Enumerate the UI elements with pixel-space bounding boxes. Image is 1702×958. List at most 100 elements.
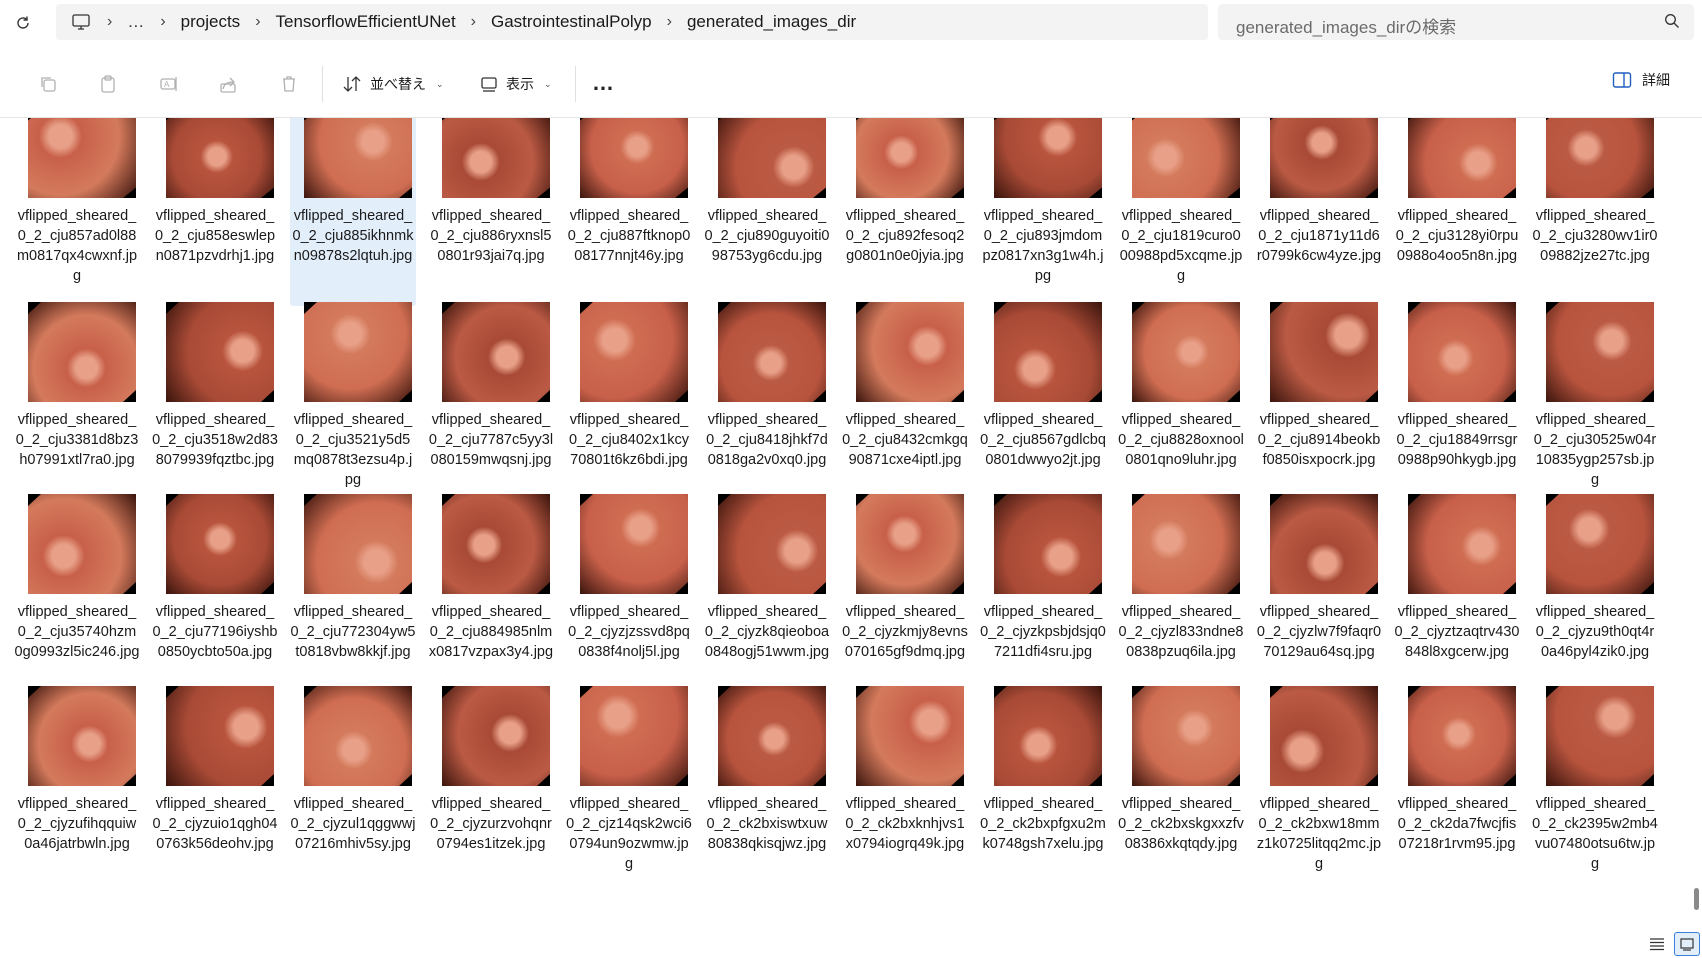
- file-item[interactable]: vflipped_sheared_0_2_cju886ryxnsl50801r9…: [428, 118, 554, 306]
- file-item[interactable]: vflipped_sheared_0_2_cju857ad0l88m0817qx…: [14, 118, 140, 306]
- file-item[interactable]: vflipped_sheared_0_2_cjyzkmjy8evns070165…: [842, 494, 968, 690]
- search-input[interactable]: generated_images_dirの検索: [1218, 4, 1694, 40]
- image-thumbnail: [856, 118, 964, 198]
- view-label: 表示: [506, 76, 534, 92]
- search-icon[interactable]: [1664, 13, 1680, 34]
- breadcrumb-item[interactable]: TensorflowEfficientUNet: [276, 12, 456, 32]
- file-item[interactable]: vflipped_sheared_0_2_ck2bxknhjvs1x0794io…: [842, 686, 968, 882]
- file-item[interactable]: vflipped_sheared_0_2_cju858eswlepn0871pz…: [152, 118, 278, 306]
- file-item[interactable]: vflipped_sheared_0_2_cjyzk8qieoboa0848og…: [704, 494, 830, 690]
- file-item[interactable]: vflipped_sheared_0_2_cju18849rrsgr0988p9…: [1394, 302, 1520, 498]
- file-name: vflipped_sheared_0_2_cjyzlw7f9faqr070129…: [1256, 604, 1382, 660]
- file-item[interactable]: vflipped_sheared_0_2_cju3518w2d838079939…: [152, 302, 278, 498]
- image-thumbnail: [718, 494, 826, 594]
- breadcrumb[interactable]: › … › projects › TensorflowEfficientUNet…: [56, 4, 1208, 40]
- file-item[interactable]: vflipped_sheared_0_2_cju7787c5yy3l080159…: [428, 302, 554, 498]
- view-button[interactable]: 表示 ⌄: [480, 70, 552, 98]
- large-icons-view-toggle[interactable]: [1674, 932, 1700, 956]
- file-item[interactable]: vflipped_sheared_0_2_cju8914beokbf0850is…: [1256, 302, 1382, 498]
- rename-icon[interactable]: A: [156, 71, 182, 97]
- file-name: vflipped_sheared_0_2_cju8914beokbf0850is…: [1257, 412, 1381, 468]
- this-pc-icon[interactable]: [70, 11, 92, 33]
- file-item[interactable]: vflipped_sheared_0_2_cjyzu9th0qt4r0a46py…: [1532, 494, 1658, 690]
- file-item[interactable]: vflipped_sheared_0_2_ck2395w2mb4vu07480o…: [1532, 686, 1658, 882]
- file-item[interactable]: vflipped_sheared_0_2_cju8828oxnool0801qn…: [1118, 302, 1244, 498]
- file-item[interactable]: vflipped_sheared_0_2_cjyzurzvohqnr0794es…: [428, 686, 554, 882]
- copy-icon[interactable]: [35, 71, 61, 97]
- file-item[interactable]: vflipped_sheared_0_2_ck2da7fwcjfis07218r…: [1394, 686, 1520, 882]
- file-item[interactable]: vflipped_sheared_0_2_cju890guyoiti098753…: [704, 118, 830, 306]
- image-thumbnail: [1546, 686, 1654, 786]
- refresh-icon: [17, 16, 29, 29]
- details-view-toggle[interactable]: [1644, 932, 1670, 956]
- file-item[interactable]: vflipped_sheared_0_2_cju3128yi0rpu0988o4…: [1394, 118, 1520, 306]
- file-item[interactable]: vflipped_sheared_0_2_cju8567gdlcbq0801dw…: [980, 302, 1106, 498]
- divider: [322, 66, 323, 102]
- file-item[interactable]: vflipped_sheared_0_2_cjyzl833ndne80838pz…: [1118, 494, 1244, 690]
- file-name: vflipped_sheared_0_2_cju858eswlepn0871pz…: [154, 208, 276, 264]
- file-item[interactable]: vflipped_sheared_0_2_cju3280wv1ir009882j…: [1532, 118, 1658, 306]
- file-item[interactable]: vflipped_sheared_0_2_ck2bxskgxxzfv08386x…: [1118, 686, 1244, 882]
- file-item[interactable]: vflipped_sheared_0_2_cju3381d8bz3h07991x…: [14, 302, 140, 498]
- file-item[interactable]: vflipped_sheared_0_2_cjyzkpsbjdsjq07211d…: [980, 494, 1106, 690]
- file-item[interactable]: vflipped_sheared_0_2_cjyzuio1qgh040763k5…: [152, 686, 278, 882]
- file-item[interactable]: vflipped_sheared_0_2_cju35740hzm0g0993zl…: [14, 494, 140, 690]
- breadcrumb-item[interactable]: projects: [181, 12, 241, 32]
- breadcrumb-item[interactable]: GastrointestinalPolyp: [491, 12, 652, 32]
- file-item[interactable]: vflipped_sheared_0_2_cju892fesoq2g0801n0…: [842, 118, 968, 306]
- scrollbar-thumb[interactable]: [1694, 888, 1699, 910]
- image-thumbnail: [718, 118, 826, 198]
- file-item[interactable]: vflipped_sheared_0_2_cjyztzaqtrv430848l8…: [1394, 494, 1520, 690]
- file-item[interactable]: vflipped_sheared_0_2_cju885ikhnmkn09878s…: [290, 118, 416, 306]
- file-item[interactable]: vflipped_sheared_0_2_cju1871y11d6r0799k6…: [1256, 118, 1382, 306]
- file-item[interactable]: vflipped_sheared_0_2_ck2bxpfgxu2mk0748gs…: [980, 686, 1106, 882]
- chevron-right-icon[interactable]: ›: [145, 13, 180, 31]
- sort-button[interactable]: 並べ替え ⌄: [342, 70, 444, 98]
- chevron-right-icon[interactable]: ›: [652, 13, 687, 31]
- share-icon[interactable]: [216, 71, 242, 97]
- file-item[interactable]: vflipped_sheared_0_2_cjyzufihqquiw0a46ja…: [14, 686, 140, 882]
- breadcrumb-overflow[interactable]: …: [127, 12, 145, 32]
- vertical-scrollbar[interactable]: [1692, 118, 1702, 958]
- image-thumbnail: [856, 302, 964, 402]
- file-name: vflipped_sheared_0_2_ck2bxw18mmz1k0725li…: [1256, 796, 1382, 872]
- image-thumbnail: [1270, 302, 1378, 402]
- chevron-right-icon[interactable]: ›: [92, 13, 127, 31]
- image-thumbnail: [28, 494, 136, 594]
- file-name: vflipped_sheared_0_2_ck2395w2mb4vu07480o…: [1532, 796, 1658, 872]
- file-name: vflipped_sheared_0_2_cju3280wv1ir009882j…: [1532, 208, 1658, 264]
- breadcrumb-item-current[interactable]: generated_images_dir: [687, 12, 856, 32]
- trash-icon[interactable]: [276, 71, 302, 97]
- file-name: vflipped_sheared_0_2_cju7787c5yy3l080159…: [428, 412, 554, 468]
- file-name: vflipped_sheared_0_2_cjyzjzssvd8pq0838f4…: [568, 604, 690, 660]
- file-item[interactable]: vflipped_sheared_0_2_cju893jmdompz0817xn…: [980, 118, 1106, 306]
- file-item[interactable]: vflipped_sheared_0_2_cju1819curo000988pd…: [1118, 118, 1244, 306]
- file-item[interactable]: vflipped_sheared_0_2_cjyzul1qggwwj07216m…: [290, 686, 416, 882]
- file-item[interactable]: vflipped_sheared_0_2_cju3521y5d5mq0878t3…: [290, 302, 416, 498]
- chevron-right-icon[interactable]: ›: [456, 13, 491, 31]
- file-item[interactable]: vflipped_sheared_0_2_cju887ftknop008177n…: [566, 118, 692, 306]
- file-item[interactable]: vflipped_sheared_0_2_ck2bxw18mmz1k0725li…: [1256, 686, 1382, 882]
- file-item[interactable]: vflipped_sheared_0_2_cju8418jhkf7d0818ga…: [704, 302, 830, 498]
- file-item[interactable]: vflipped_sheared_0_2_ck2bxiswtxuw80838qk…: [704, 686, 830, 882]
- file-item[interactable]: vflipped_sheared_0_2_cju77196iyshb0850yc…: [152, 494, 278, 690]
- file-item[interactable]: vflipped_sheared_0_2_cju30525w04r10835yg…: [1532, 302, 1658, 498]
- image-thumbnail: [166, 118, 274, 198]
- chevron-right-icon[interactable]: ›: [240, 13, 275, 31]
- file-item[interactable]: vflipped_sheared_0_2_cju884985nlmx0817vz…: [428, 494, 554, 690]
- file-item[interactable]: vflipped_sheared_0_2_cju8402x1kcy70801t6…: [566, 302, 692, 498]
- file-item[interactable]: vflipped_sheared_0_2_cjyzlw7f9faqr070129…: [1256, 494, 1382, 690]
- address-bar: › … › projects › TensorflowEfficientUNet…: [0, 0, 1702, 48]
- paste-icon[interactable]: [95, 71, 121, 97]
- more-options-button[interactable]: …: [592, 70, 615, 96]
- file-item[interactable]: vflipped_sheared_0_2_cjz14qsk2wci60794un…: [566, 686, 692, 882]
- refresh-button[interactable]: [8, 8, 38, 38]
- file-item[interactable]: vflipped_sheared_0_2_cjyzjzssvd8pq0838f4…: [566, 494, 692, 690]
- file-item[interactable]: vflipped_sheared_0_2_cju772304yw5t0818vb…: [290, 494, 416, 690]
- image-thumbnail: [1408, 686, 1516, 786]
- file-item[interactable]: vflipped_sheared_0_2_cju8432cmkgq90871cx…: [842, 302, 968, 498]
- file-name: vflipped_sheared_0_2_cju3521y5d5mq0878t3…: [293, 412, 413, 488]
- search-placeholder: generated_images_dirの検索: [1236, 18, 1457, 37]
- details-pane-button[interactable]: 詳細: [1612, 70, 1670, 90]
- file-name: vflipped_sheared_0_2_cju886ryxnsl50801r9…: [430, 208, 552, 264]
